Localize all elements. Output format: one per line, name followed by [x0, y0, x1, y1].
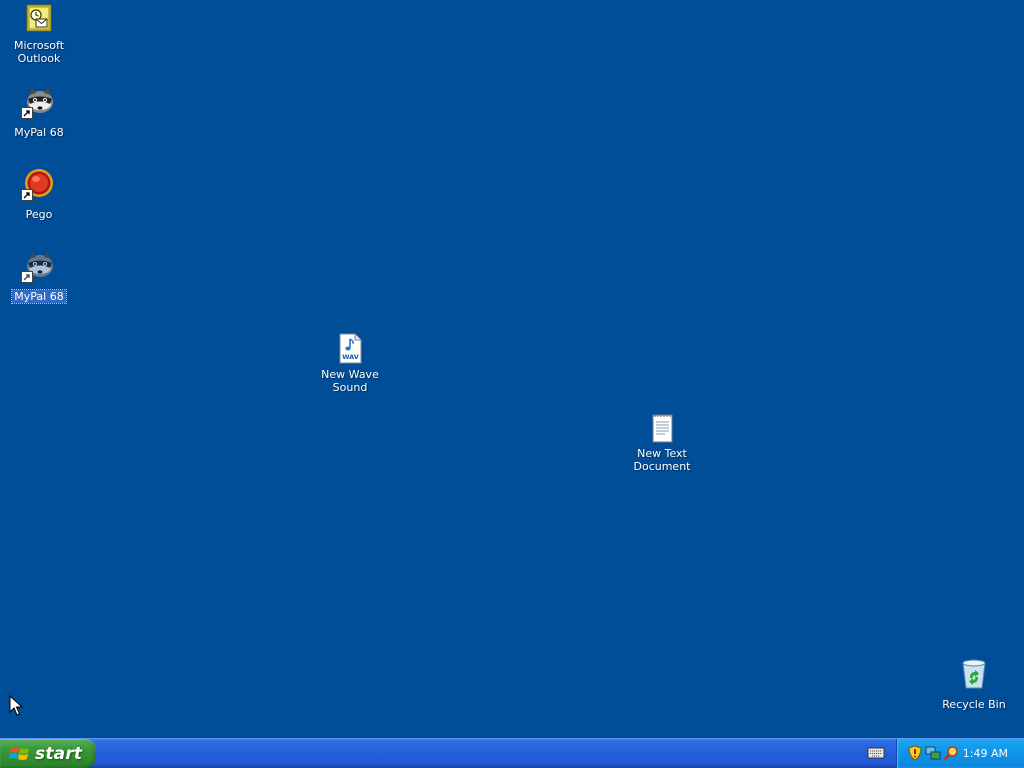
- keyboard-icon[interactable]: [866, 745, 886, 761]
- shortcut-arrow-icon: [21, 271, 33, 283]
- svg-text:WAV: WAV: [342, 353, 359, 361]
- clock[interactable]: 1:49 AM: [963, 747, 1008, 760]
- start-button[interactable]: start: [0, 739, 96, 768]
- desktop-icon-mypal-68[interactable]: MyPal 68: [2, 86, 76, 140]
- desktop-icon-new-wave-sound[interactable]: WAV New Wave Sound: [313, 333, 387, 395]
- text-file-icon: [646, 412, 678, 444]
- desktop-icon-new-text-document[interactable]: New Text Document: [625, 412, 699, 474]
- network-icon[interactable]: [925, 745, 941, 761]
- desktop-icon-label: Microsoft Outlook: [13, 39, 65, 65]
- desktop[interactable]: Microsoft Outlook MyPal 68 Pego MyPal 68…: [0, 0, 1024, 738]
- security-shield-icon[interactable]: [907, 745, 923, 761]
- windows-logo-icon: [9, 746, 29, 760]
- desktop-icon-label: New Wave Sound: [321, 368, 379, 394]
- outlook-icon: [23, 4, 55, 36]
- mouse-pointer-icon: [9, 694, 24, 721]
- pego-icon: [21, 168, 55, 201]
- search-icon[interactable]: [943, 745, 959, 761]
- desktop-icon-label: MyPal 68: [11, 289, 67, 304]
- taskbar: start 1:49 AM: [0, 738, 1024, 768]
- desktop-icon-label: Pego: [25, 208, 53, 221]
- desktop-icon-mypal-68-selected[interactable]: MyPal 68: [2, 250, 76, 304]
- desktop-icon-pego[interactable]: Pego: [2, 168, 76, 222]
- desktop-icon-label: Recycle Bin: [942, 698, 1006, 711]
- desktop-icon-label: New Text Document: [633, 447, 691, 473]
- shortcut-arrow-icon: [21, 107, 33, 119]
- mypal-icon: [21, 250, 55, 283]
- start-label: start: [35, 743, 83, 764]
- desktop-icon-label: MyPal 68: [14, 126, 64, 139]
- desktop-icon-recycle-bin[interactable]: Recycle Bin: [937, 658, 1011, 712]
- desktop-icon-microsoft-outlook[interactable]: Microsoft Outlook: [2, 4, 76, 66]
- wav-file-icon: WAV: [334, 333, 366, 365]
- shortcut-arrow-icon: [21, 189, 33, 201]
- recycle-bin-icon: [958, 658, 990, 690]
- system-tray: 1:49 AM: [896, 739, 1024, 768]
- mypal-icon: [21, 86, 55, 119]
